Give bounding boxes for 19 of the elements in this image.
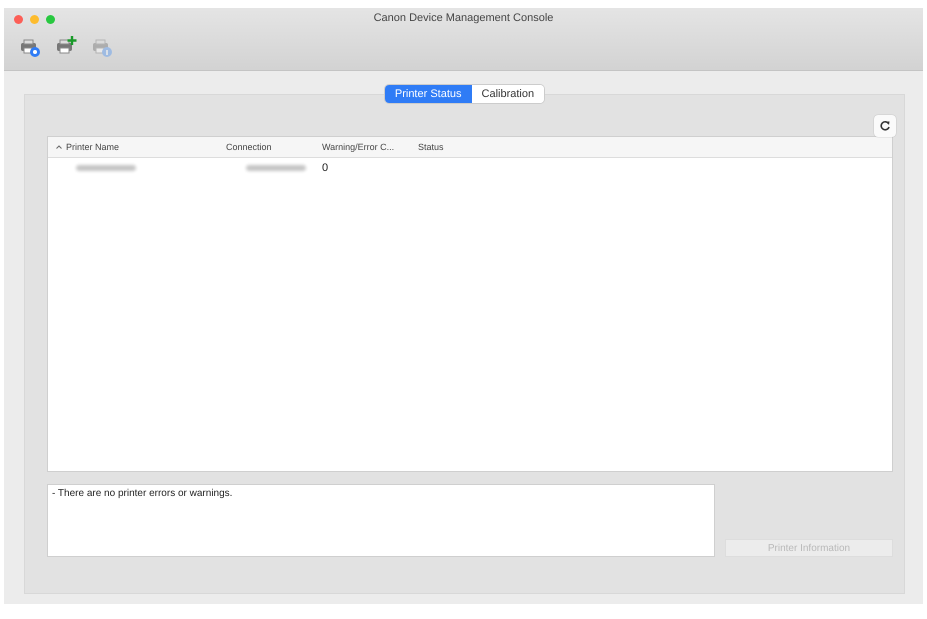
column-label: Connection [226, 142, 272, 152]
window-title: Canon Device Management Console [374, 12, 554, 24]
column-label: Printer Name [66, 142, 120, 152]
column-label: Status [418, 142, 444, 152]
column-header[interactable]: Warning/Error C... [314, 142, 410, 152]
maximize-icon[interactable] [46, 14, 55, 24]
column-header[interactable]: Connection [218, 142, 314, 152]
tab[interactable]: Printer Status [384, 85, 472, 103]
close-icon[interactable] [14, 14, 23, 24]
column-header[interactable]: Status [410, 142, 892, 152]
minimize-icon[interactable] [30, 14, 39, 24]
message-text: - There are no printer errors or warnings. [52, 488, 232, 499]
column-header[interactable]: Printer Name [48, 142, 218, 152]
refresh-icon [879, 120, 891, 132]
blurred-text [246, 165, 306, 171]
blurred-text [76, 165, 136, 171]
table-cell-text: 0 [321, 162, 330, 174]
refresh-button[interactable] [874, 115, 896, 137]
column-label: Warning/Error C... [322, 142, 394, 152]
